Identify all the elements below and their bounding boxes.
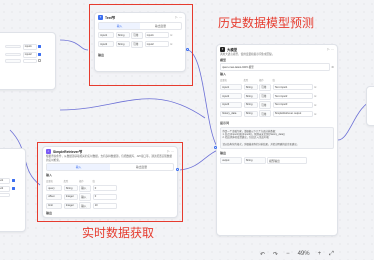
- model-row: qwen-max-latest-0415 模型 ⚙: [217, 63, 337, 72]
- variable-name-cell[interactable]: history_data: [220, 110, 242, 117]
- model-select[interactable]: qwen-max-latest-0415 模型: [220, 63, 330, 71]
- output-desc-cell[interactable]: 模型输出: [267, 156, 307, 165]
- table-row: history_data String 引用 SimpleRetriever·o…: [217, 109, 337, 118]
- prompt-editor[interactable]: 你是一个金融专家，请根据以下几个方面分析数据： 1. 结合{{input1}}和…: [220, 127, 334, 150]
- input-port[interactable]: [214, 146, 217, 149]
- variable-op-cell[interactable]: 引用: [259, 92, 271, 100]
- variable-value-cell[interactable]: input1: [0, 177, 10, 184]
- table-row: input3 String 引用 Text·input3 ⊖: [217, 101, 337, 110]
- output-type-cell[interactable]: String: [243, 157, 266, 164]
- node-partial-bottom-left[interactable]: input1 input2: [0, 148, 26, 232]
- output-port[interactable]: [176, 168, 179, 171]
- variable-value-cell[interactable]: Text·input1: [272, 84, 313, 91]
- redo-icon[interactable]: ↷: [273, 251, 278, 258]
- table-row: output String 模型输出: [217, 156, 337, 165]
- variable-type-cell[interactable]: String: [243, 110, 258, 117]
- delete-icon[interactable]: ⊖: [314, 112, 317, 116]
- annotation-realtime-label: 实时数据获取: [82, 226, 155, 240]
- llm-node-icon: ✦: [220, 46, 225, 52]
- annotation-box-realtime: [37, 142, 183, 222]
- variable-value-cell[interactable]: input2: [22, 51, 37, 58]
- table-row: input1 String 引用 Text·input1 ⊖: [217, 83, 337, 92]
- table-row: input1: [0, 43, 55, 51]
- variable-name-cell[interactable]: [5, 45, 21, 49]
- variable-value-cell[interactable]: SimpleRetriever·output: [272, 110, 313, 117]
- play-icon[interactable]: ▷: [327, 47, 329, 51]
- variable-value-cell[interactable]: input2: [0, 185, 10, 192]
- zoom-in-button[interactable]: +: [318, 251, 322, 257]
- undo-icon[interactable]: ↶: [260, 251, 265, 258]
- annotation-history-label: 历史数据模型预测: [218, 16, 315, 30]
- node-start-partial[interactable]: input1 input2: [0, 32, 56, 90]
- table-row: input2 String 引用 Text·input2 ⊖: [217, 92, 337, 101]
- node-title: 大模型: [227, 47, 238, 52]
- checkbox-icon[interactable]: [38, 53, 41, 57]
- node-end-partial[interactable]: [366, 86, 374, 126]
- variable-name-cell[interactable]: [5, 59, 21, 63]
- variable-type-cell[interactable]: String: [243, 84, 258, 91]
- checkbox-icon[interactable]: [38, 45, 41, 49]
- variable-op-cell[interactable]: 引用: [259, 101, 271, 109]
- variable-value-cell[interactable]: input1: [22, 43, 37, 50]
- settings-icon[interactable]: ⚙: [331, 65, 334, 69]
- canvas-toolbar: ↶ ↷ − 49% + ⤢: [256, 248, 338, 260]
- table-row: input1: [0, 177, 25, 185]
- checkbox-icon[interactable]: [11, 187, 15, 191]
- output-name-cell[interactable]: output: [220, 157, 242, 164]
- variable-op-cell[interactable]: 引用: [259, 110, 271, 118]
- variable-op-cell[interactable]: 引用: [259, 83, 271, 91]
- checkbox-icon[interactable]: [11, 179, 15, 183]
- variable-value-cell[interactable]: [0, 193, 10, 197]
- link-left-to-top: [59, 39, 89, 51]
- delete-icon[interactable]: ⊖: [314, 85, 317, 89]
- variable-name-cell[interactable]: [5, 53, 21, 57]
- variable-name-cell[interactable]: input1: [220, 84, 242, 91]
- table-row: input2: [0, 185, 25, 193]
- variable-name-cell[interactable]: input3: [220, 101, 242, 109]
- more-icon[interactable]: ⋯: [331, 47, 334, 51]
- table-row: [0, 193, 25, 198]
- node-header[interactable]: ✦ 大模型 ▷ ⋯: [217, 45, 337, 53]
- column-header: 值: [272, 79, 275, 83]
- zoom-level[interactable]: 49%: [298, 251, 310, 257]
- link-left-to-llm: [59, 98, 206, 119]
- variable-type-cell[interactable]: String: [243, 101, 258, 109]
- variable-value-cell[interactable]: Text·input3: [272, 101, 313, 109]
- column-header: 类型: [243, 79, 249, 83]
- variable-value-cell[interactable]: [22, 59, 37, 63]
- checkbox-icon[interactable]: [38, 59, 41, 63]
- delete-icon[interactable]: ⊖: [314, 94, 317, 98]
- output-port[interactable]: [186, 48, 189, 51]
- annotation-box-history: [89, 4, 193, 86]
- node-llm[interactable]: ✦ 大模型 ▷ ⋯ 调用大语言模型，使用变量和提示词生成回复。 模型 qwen-m…: [216, 44, 338, 236]
- zoom-out-button[interactable]: −: [286, 251, 290, 257]
- fit-view-icon[interactable]: ⤢: [329, 251, 334, 258]
- column-header: 变量名: [220, 79, 228, 83]
- column-header: 操作: [259, 79, 264, 83]
- link-realtime-to-llm: [179, 149, 219, 171]
- prompt-line: 请以结构化的格式，详细描述你的分析结果，并给出明确的结论和建议。: [222, 143, 300, 147]
- table-row: [0, 59, 55, 64]
- variable-value-cell[interactable]: Text·input2: [272, 93, 313, 100]
- delete-icon[interactable]: ⊖: [314, 103, 317, 107]
- variable-type-cell[interactable]: String: [243, 93, 258, 100]
- variable-name-cell[interactable]: input2: [220, 93, 242, 100]
- prompt-section-label[interactable]: 提示词: [217, 120, 337, 126]
- table-row: input2: [0, 51, 55, 59]
